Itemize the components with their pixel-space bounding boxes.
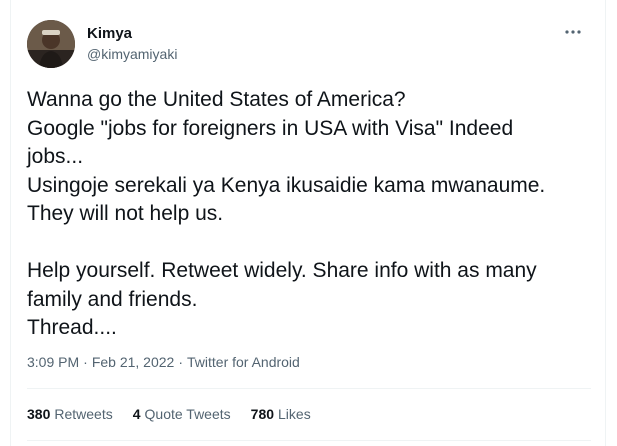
divider	[27, 440, 591, 441]
tweet-source[interactable]: Twitter for Android	[187, 354, 300, 370]
quote-tweets-label: Quote Tweets	[144, 406, 231, 422]
author-handle[interactable]: @kimyamiyaki	[87, 44, 177, 64]
tweet-header: Kimya @kimyamiyaki	[27, 20, 591, 68]
tweet-date[interactable]: Feb 21, 2022	[92, 354, 175, 370]
retweets-count: 380	[27, 406, 51, 422]
meta-separator: ·	[83, 354, 88, 370]
author-display-name[interactable]: Kimya	[87, 24, 177, 44]
avatar-image	[27, 20, 75, 68]
meta-separator: ·	[178, 354, 183, 370]
quote-tweets-stat[interactable]: 4 Quote Tweets	[133, 404, 231, 424]
divider	[27, 388, 591, 389]
tweet-meta: 3:09 PM · Feb 21, 2022 · Twitter for Android	[27, 352, 300, 372]
more-options-button[interactable]	[561, 22, 585, 42]
retweets-stat[interactable]: 380 Retweets	[27, 404, 113, 424]
author-names: Kimya @kimyamiyaki	[87, 24, 177, 64]
likes-label: Likes	[278, 406, 311, 422]
retweets-label: Retweets	[54, 406, 113, 422]
likes-stat[interactable]: 780 Likes	[251, 404, 311, 424]
tweet-card: Kimya @kimyamiyaki Wanna go the United S…	[10, 0, 606, 446]
tweet-text: Wanna go the United States of America? G…	[27, 88, 546, 339]
tweet-stats: 380 Retweets 4 Quote Tweets 780 Likes	[27, 404, 311, 424]
quote-tweets-count: 4	[132, 406, 141, 422]
avatar[interactable]	[27, 20, 75, 68]
more-horizontal-icon	[565, 30, 581, 34]
likes-count: 780	[250, 406, 275, 422]
tweet-time[interactable]: 3:09 PM	[27, 354, 79, 370]
